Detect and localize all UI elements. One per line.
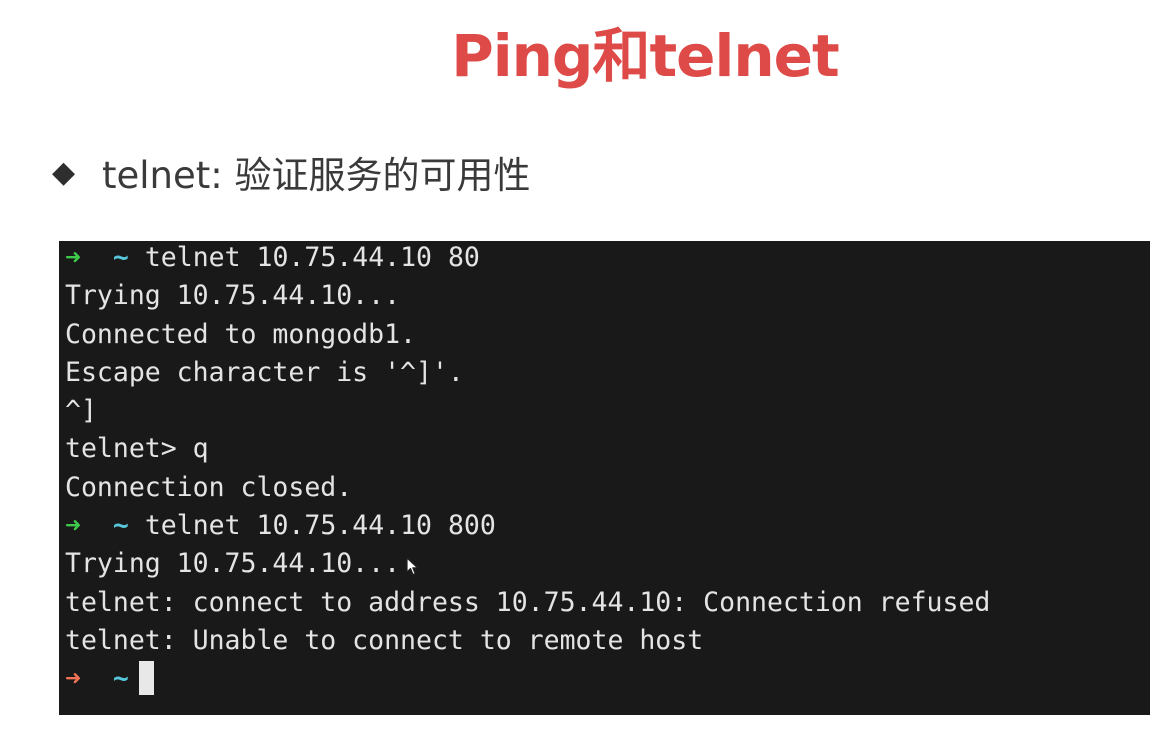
- prompt-directory: ~: [112, 663, 129, 695]
- terminal-output-line: telnet: connect to address 10.75.44.10: …: [65, 586, 991, 618]
- prompt-directory: ~: [112, 510, 129, 542]
- terminal-prompt-line: ➜ ~ telnet 10.75.44.10 80: [65, 239, 1150, 277]
- terminal-output-line: Trying 10.75.44.10...: [65, 545, 1150, 583]
- terminal-output-text: Trying 10.75.44.10...: [65, 548, 401, 580]
- terminal-prompt-line: ➜ ~: [65, 660, 1150, 698]
- terminal-output-line: Trying 10.75.44.10...: [65, 280, 401, 312]
- terminal-output-line: telnet: Unable to connect to remote host: [65, 624, 704, 656]
- terminal-command: telnet 10.75.44.10 80: [144, 242, 480, 273]
- terminal-cursor[interactable]: [138, 661, 154, 696]
- terminal-prompt-line: ➜ ~ telnet 10.75.44.10 800: [65, 507, 1150, 545]
- bullet-text: telnet: 验证服务的可用性: [102, 154, 531, 197]
- terminal-window[interactable]: ➜ ~ telnet 10.75.44.10 80 Trying 10.75.4…: [59, 241, 1150, 715]
- prompt-directory: ~: [112, 242, 129, 273]
- bullet-point: ◆ telnet: 验证服务的可用性: [52, 144, 531, 200]
- terminal-output-line: Connection closed.: [65, 471, 353, 503]
- terminal-output-line: Connected to mongodb1.: [65, 318, 416, 350]
- terminal-output-line: telnet> q: [65, 433, 209, 465]
- terminal-command: telnet 10.75.44.10 800: [144, 510, 496, 542]
- mouse-pointer-icon: [406, 549, 419, 587]
- arrow-right-icon: ➜: [65, 510, 81, 542]
- arrow-right-icon: ➜: [65, 242, 81, 273]
- diamond-bullet-icon: ◆: [52, 154, 76, 190]
- slide-title: Ping和telnet: [451, 22, 840, 90]
- terminal-output-line: Escape character is '^]'.: [65, 356, 464, 388]
- terminal-output-line: ^]: [65, 395, 97, 427]
- arrow-right-icon: ➜: [65, 663, 81, 695]
